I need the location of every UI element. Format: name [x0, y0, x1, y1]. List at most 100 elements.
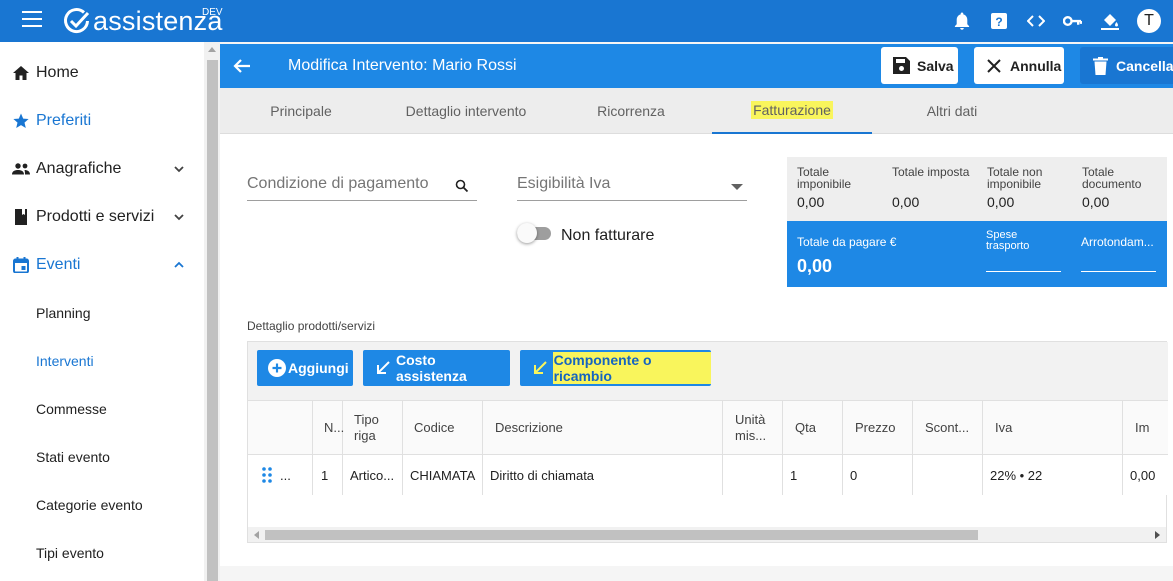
scrollbar-thumb[interactable]: [207, 60, 218, 581]
tab-label: Dettaglio intervento: [405, 103, 527, 119]
sidebar-item-label: Categorie evento: [36, 497, 143, 513]
code-icon[interactable]: [1026, 12, 1045, 31]
add-button[interactable]: Aggiungi: [257, 350, 353, 386]
tab-ricorrenza[interactable]: Ricorrenza: [550, 88, 712, 134]
avatar[interactable]: T: [1137, 9, 1161, 33]
tab-dettaglio-intervento[interactable]: Dettaglio intervento: [382, 88, 550, 134]
tab-label: Principale: [270, 103, 332, 119]
sidebar-item-label: Tipi evento: [36, 545, 104, 561]
column-header-importo[interactable]: Im: [1123, 401, 1168, 455]
drag-dots-icon[interactable]: [262, 467, 272, 483]
sidebar-item-label: Anagrafiche: [36, 160, 122, 177]
tab-altri-dati[interactable]: Altri dati: [872, 88, 1032, 134]
save-button-label: Salva: [917, 57, 954, 74]
totals-panel: Totale imponibile 0,00 Totale imposta 0,…: [787, 157, 1167, 287]
assistance-cost-button[interactable]: Costo assistenza: [363, 350, 510, 386]
cell-sconto: [913, 455, 983, 495]
add-button-label: Aggiungi: [288, 360, 349, 376]
arrow-down-left-icon: [374, 359, 392, 377]
tab-principale[interactable]: Principale: [220, 88, 382, 134]
env-badge: DEV: [202, 7, 223, 18]
paint-bucket-icon[interactable]: [1100, 12, 1119, 31]
app-logo[interactable]: assistenza DEV: [62, 4, 223, 38]
delete-button-label: Cancella: [1116, 57, 1173, 74]
total-taxable: Totale imponibile 0,00: [787, 157, 882, 221]
scroll-left-arrow-icon[interactable]: [254, 531, 259, 539]
total-tax-label: Totale imposta: [892, 165, 970, 179]
sidebar-scrollbar[interactable]: [204, 42, 220, 581]
cell-n: 1: [313, 455, 343, 495]
payment-condition-field[interactable]: Condizione di pagamento: [247, 171, 477, 201]
sidebar-item-preferiti[interactable]: Preferiti: [0, 97, 204, 145]
column-header-label: Tipo riga: [354, 412, 379, 443]
chevron-down-icon: [174, 214, 184, 221]
table-row[interactable]: ... 1 Artico... CHIAMATA Diritto di chia…: [248, 455, 1168, 495]
tab-fatturazione[interactable]: Fatturazione: [712, 88, 872, 134]
sidebar-subitem-categorie-evento[interactable]: Categorie evento: [0, 481, 204, 529]
chevron-up-icon: [174, 261, 184, 268]
total-non-taxable-value: 0,00: [987, 194, 1015, 210]
rounding-input[interactable]: [1081, 271, 1156, 272]
row-drag-handle[interactable]: ...: [248, 455, 313, 495]
sidebar-item-anagrafiche[interactable]: Anagrafiche: [0, 145, 204, 193]
cell-prezzo: 0: [843, 455, 913, 495]
sidebar-item-prodotti[interactable]: Prodotti e servizi: [0, 193, 204, 241]
book-icon: [12, 208, 30, 226]
sidebar-item-eventi[interactable]: Eventi: [0, 241, 204, 289]
sidebar-item-label: Stati evento: [36, 449, 110, 465]
delete-button[interactable]: Cancella: [1080, 47, 1173, 84]
shipping-cost-input[interactable]: [986, 271, 1061, 272]
sidebar-subitem-interventi[interactable]: Interventi: [0, 337, 204, 385]
key-icon[interactable]: [1063, 12, 1082, 31]
column-header-codice[interactable]: Codice: [403, 401, 483, 455]
back-arrow-icon[interactable]: [232, 56, 252, 76]
scroll-right-arrow-icon[interactable]: [1155, 531, 1160, 539]
sidebar-subitem-commesse[interactable]: Commesse: [0, 385, 204, 433]
column-header-unita[interactable]: Unità mis...: [723, 401, 783, 455]
column-header-tipo-riga[interactable]: Tipo riga: [343, 401, 403, 455]
total-document: Totale documento 0,00: [1072, 157, 1167, 221]
trash-icon: [1091, 56, 1109, 75]
help-icon[interactable]: ?: [989, 12, 1008, 31]
column-header-prezzo[interactable]: Prezzo: [843, 401, 913, 455]
tab-label: Fatturazione: [751, 101, 833, 119]
total-taxable-label: Totale imponibile: [797, 165, 852, 191]
scroll-up-arrow-icon[interactable]: [208, 47, 216, 52]
cancel-button[interactable]: Annulla: [974, 47, 1064, 84]
scrollbar-thumb[interactable]: [265, 530, 978, 540]
top-app-bar: assistenza DEV ? T: [0, 0, 1173, 42]
column-header-qta[interactable]: Qta: [783, 401, 843, 455]
sidebar-subitem-planning[interactable]: Planning: [0, 289, 204, 337]
main-panel: Modifica Intervento: Mario Rossi Salva A…: [220, 42, 1173, 581]
billing-content: Condizione di pagamento Esigibilità Iva …: [220, 134, 1173, 566]
cell-unita: [723, 455, 783, 495]
sidebar-subitem-stati-evento[interactable]: Stati evento: [0, 433, 204, 481]
no-invoice-toggle[interactable]: [517, 223, 553, 243]
sidebar-item-label: Eventi: [36, 256, 81, 273]
cancel-button-label: Annulla: [1010, 57, 1062, 74]
grid-horizontal-scrollbar[interactable]: [248, 527, 1166, 542]
logo-check-icon: [64, 8, 90, 34]
rounding-label: Arrotondam...: [1081, 235, 1154, 249]
hamburger-menu-icon[interactable]: [22, 11, 42, 29]
cell-tipo-riga: Artico...: [343, 455, 403, 495]
search-icon[interactable]: [455, 179, 469, 193]
sidebar-item-home[interactable]: Home: [0, 49, 204, 97]
column-handle: [248, 401, 313, 455]
people-icon: [12, 160, 30, 178]
column-header-n[interactable]: N...: [313, 401, 344, 455]
cell-iva: 22% • 22: [983, 455, 1123, 495]
component-spare-part-button[interactable]: Componente o ricambio: [520, 350, 711, 386]
column-header-iva[interactable]: Iva: [983, 401, 1123, 455]
total-taxable-value: 0,00: [797, 194, 825, 210]
total-tax-value: 0,00: [892, 194, 920, 210]
assistance-cost-label: Costo assistenza: [395, 352, 467, 384]
no-invoice-label: Non fatturare: [561, 227, 655, 244]
column-header-descrizione[interactable]: Descrizione: [483, 401, 723, 455]
bell-icon[interactable]: [952, 12, 971, 31]
column-header-sconto[interactable]: Scont...: [913, 401, 983, 455]
calendar-icon: [12, 256, 30, 274]
save-button[interactable]: Salva: [881, 47, 958, 84]
vat-eligibility-select[interactable]: Esigibilità Iva: [517, 171, 747, 201]
sidebar-subitem-tipi-evento[interactable]: Tipi evento: [0, 529, 204, 577]
